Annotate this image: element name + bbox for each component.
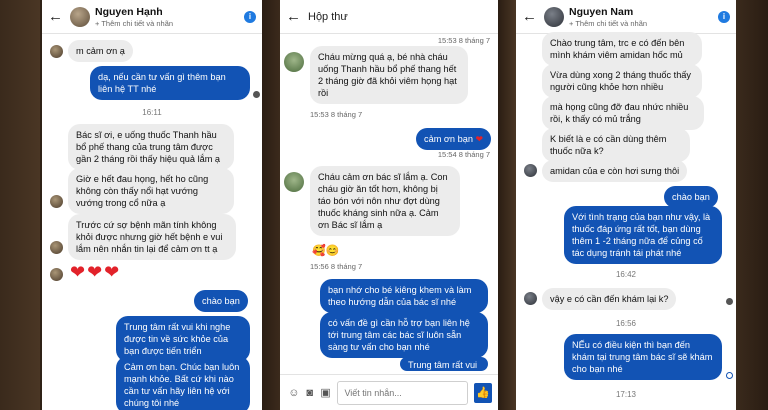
message-outgoing: dạ, nếu cần tư vấn gì thêm bạn liên hệ T… [90,66,250,100]
message-incoming: amidan của e còn hơi sưng thôi [542,160,688,182]
sender-avatar [524,164,537,177]
timestamp: 15:53 8 tháng 7 [437,36,490,45]
message-outgoing: chào bạn [194,290,248,312]
timestamp: 16:42 [615,270,637,279]
timestamp: 16:11 [142,108,162,117]
message-incoming: Chào trung tâm, trc e có đến bên mình kh… [542,32,702,66]
seen-indicator [726,298,733,305]
message-incoming: Trước cứ sợ bệnh mãn tính không khỏi đượ… [68,214,236,260]
timestamp: 15:54 8 tháng 7 [437,150,490,159]
attachment-icon[interactable]: ▣ [318,386,334,399]
info-icon[interactable]: i [718,10,730,23]
back-arrow-icon[interactable]: ← [48,8,66,25]
emoji-icon[interactable]: ☺ [286,387,302,399]
message-outgoing: cảm ơn bạn ❤ [416,128,492,150]
sender-avatar [524,292,537,305]
timestamp: 15:53 8 tháng 7 [310,110,363,119]
inbox-title: Hộp thư [308,10,348,23]
message-outgoing: Với tình trạng của bạn như vậy, là thuốc… [564,206,722,264]
timestamp: 16:56 [615,319,637,328]
message-outgoing: bạn nhớ cho bé kiêng khem và làm theo hư… [320,279,488,313]
conversation-panel-nguyen-hanh: ← Nguyen Hạnh + Thêm chi tiết và nhãn i … [42,0,262,410]
conversation-panel-inbox: ← Hộp thư 15:53 8 tháng 7 Cháu mừng quá … [280,0,498,410]
conversation-header: ← Nguyen Nam + Thêm chi tiết và nhãn i [516,0,736,34]
message-input[interactable] [337,380,469,405]
add-details-link[interactable]: + Thêm chi tiết và nhãn [569,19,647,28]
timestamp: 17:13 [615,390,637,399]
message-incoming: Giờ e hết đau họng, hết ho cũng không cò… [68,168,234,214]
timestamp: 15:56 8 tháng 7 [310,262,363,271]
message-incoming: Cháu mừng quá ạ, bé nhà cháu uống Thanh … [310,46,468,104]
sent-indicator [726,372,733,379]
camera-icon[interactable]: ◙ [302,387,318,399]
message-outgoing: chào bạn [664,186,718,208]
emoji-reaction: 🥰😊 [312,245,340,257]
sender-avatar [284,52,304,72]
message-outgoing: NẾu có điều kiện thì bạn đến khám tại tr… [564,334,722,380]
info-icon[interactable]: i [244,10,256,23]
sender-avatar [50,195,63,208]
sender-avatar [50,241,63,254]
back-arrow-icon[interactable]: ← [522,8,540,25]
message-text: cảm ơn bạn [424,134,473,144]
message-incoming: mà họng cũng đỡ đau nhức nhiều rồi, k th… [542,96,704,130]
contact-name[interactable]: Nguyen Nam [569,6,647,18]
message-incoming: Vừa dùng xong 2 tháng thuốc thấy người c… [542,64,702,98]
message-incoming: K biết là e có cần dùng thêm thuốc nữa k… [542,128,690,162]
back-arrow-icon[interactable]: ← [286,8,304,25]
contact-avatar[interactable] [70,6,90,27]
message-incoming: Bác sĩ ơi, e uống thuốc Thanh hầu bổ phế… [68,124,234,170]
hearts-reaction: ❤❤❤ [70,262,122,282]
like-button-icon[interactable]: 👍 [474,382,492,403]
message-outgoing: Cảm ơn bạn. Chúc bạn luôn mạnh khỏe. Bất… [116,356,250,410]
message-composer: ☺ ◙ ▣ 👍 [280,374,498,410]
message-incoming: m cảm ơn ạ [68,40,133,62]
add-details-link[interactable]: + Thêm chi tiết và nhãn [95,19,173,28]
message-outgoing: Trung tâm rất vui khi được là địa chỉ... [400,357,488,371]
inbox-header: ← Hộp thư [280,0,498,34]
sender-avatar [50,45,63,58]
conversation-panel-nguyen-nam: ← Nguyen Nam + Thêm chi tiết và nhãn i C… [516,0,736,410]
message-incoming: vậy e có cần đến khám lại k? [542,288,677,310]
heart-icon: ❤ [475,134,484,144]
contact-name[interactable]: Nguyen Hạnh [95,6,173,18]
message-outgoing: có vấn đề gì cần hỗ trợ bạn liên hệ tới … [320,312,488,358]
conversation-header: ← Nguyen Hạnh + Thêm chi tiết và nhãn i [42,0,262,34]
seen-indicator [253,91,260,98]
sender-avatar [284,172,304,192]
message-incoming: Cháu cảm ơn bác sĩ lắm ạ. Con cháu giờ ă… [310,166,460,236]
sender-avatar [50,268,63,281]
contact-avatar[interactable] [544,6,564,27]
